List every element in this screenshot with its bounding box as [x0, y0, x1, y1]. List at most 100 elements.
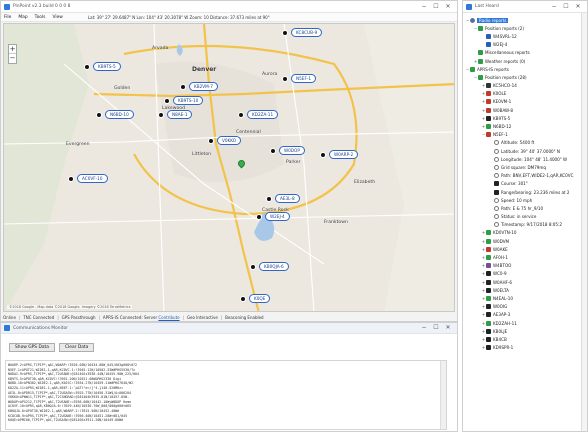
show-gps-data-button[interactable]: Show GPS Data	[9, 343, 55, 352]
map-view[interactable]: + − Arvada Denver Aurora Lakewood Little…	[3, 23, 455, 312]
log-scrollbar[interactable]	[440, 361, 446, 429]
clear-data-button[interactable]: Clear Data	[58, 343, 95, 352]
tree-item[interactable]: + K0OLE	[463, 90, 587, 98]
close-button[interactable]: ✕	[442, 322, 454, 334]
place-label: Littleton	[192, 152, 212, 157]
station-marker[interactable]: V0KKO	[208, 136, 242, 145]
tree-item[interactable]: Latitude: 39° 40' 37.0000" N	[463, 147, 587, 155]
tree-item-label: Timestamp: 9/17/2018 8:05:2	[501, 222, 563, 228]
station-marker[interactable]: AE3L-8	[266, 194, 300, 203]
arrow-icon	[494, 181, 499, 187]
tree-item[interactable]: + KC5HCO-14	[463, 82, 587, 90]
station-marker[interactable]: KB0QJA-6	[250, 262, 289, 271]
minimize-button[interactable]: −	[548, 1, 560, 13]
tree-item[interactable]: + KE0VM-1	[463, 98, 587, 106]
maximize-button[interactable]: ☐	[430, 322, 442, 334]
heard-titlebar[interactable]: Last Heard − ☐ ✕	[463, 1, 587, 13]
station-marker[interactable]: K0QE	[240, 294, 271, 303]
tree-item-label: KD2ZAH-11	[493, 320, 517, 326]
station-marker[interactable]: KD2ZA-11	[238, 110, 279, 119]
app-icon	[466, 3, 472, 10]
station-marker[interactable]: W0ARP-2	[320, 150, 359, 159]
tree-item-label: Position reports (2)	[485, 25, 524, 31]
tree-item[interactable]: − Position reports (2)	[463, 24, 587, 32]
digi-icon	[486, 230, 491, 236]
status-beaconing: Beaconing Enabled	[225, 314, 264, 320]
menu-file[interactable]: File	[4, 15, 11, 20]
tree-item[interactable]: + AF0H-1	[463, 253, 587, 261]
station-dot	[270, 147, 276, 154]
tree-item[interactable]: Grid square: DM79mq	[463, 163, 587, 171]
maximize-button[interactable]: ☐	[560, 1, 572, 13]
station-tree[interactable]: − Radio reports − Position reports (2) W4SVR…	[463, 13, 587, 352]
comm-log[interactable]: W0ARP-2>APRS,TCPIP*,qAC,W0ARP:!3926.05N/…	[5, 360, 447, 430]
tree-item[interactable]: + KD9SPR-1	[463, 344, 587, 352]
tree-item[interactable]: Status: in service	[463, 213, 587, 221]
app-icon	[4, 325, 10, 331]
place-label: Centennial	[236, 130, 261, 135]
tree-item-label: KC5HCO-14	[493, 83, 517, 89]
tree-item[interactable]: Path: BNV,EFT,WIDE2-1,qAR,KC0VC	[463, 172, 587, 180]
tree-item[interactable]: + WC0-9	[463, 270, 587, 278]
tree-item[interactable]: + N6BD-12	[463, 122, 587, 130]
station-label: AC0VF-10	[77, 174, 108, 183]
station-marker[interactable]: KB9TS-5	[84, 62, 121, 71]
tree-item[interactable]: Miscellaneous reports	[463, 49, 587, 57]
tree-item[interactable]: W2EJ-4	[463, 41, 587, 49]
tree-item[interactable]: + AE3AP-3	[463, 311, 587, 319]
tree-item[interactable]: − APRS-IS reports	[463, 65, 587, 73]
close-button[interactable]: ✕	[442, 1, 454, 13]
tree-item[interactable]: + KD2ZAH-11	[463, 319, 587, 327]
tree-scrollbar[interactable]	[581, 13, 587, 431]
maximize-button[interactable]: ☐	[430, 1, 442, 13]
station-marker[interactable]: KC8CUB-9	[282, 28, 323, 37]
station-marker[interactable]: W2EJ-4	[256, 212, 290, 221]
menu-map[interactable]: Map	[18, 15, 27, 20]
tree-item[interactable]: + KB9TS-5	[463, 114, 587, 122]
zoom-in-button[interactable]: +	[9, 45, 16, 54]
comm-titlebar[interactable]: Communications Monitor − ☐ ✕	[1, 323, 457, 334]
tree-item[interactable]: Longitude: 104° 48' 11.4000" W	[463, 155, 587, 163]
station-marker[interactable]: AC0VF-10	[68, 174, 108, 183]
digi-icon	[486, 287, 491, 293]
tree-item[interactable]: Path: E & 75 hr_9/10	[463, 204, 587, 212]
tree-item[interactable]: Range/bearing: 23.236 miles at 2	[463, 188, 587, 196]
tree-item[interactable]: Altitude: 5400 ft	[463, 139, 587, 147]
tree-item[interactable]: − Radio reports	[463, 16, 587, 24]
station-marker[interactable]: N6BD-10	[96, 110, 134, 119]
tree-item[interactable]: − N5EF-1	[463, 131, 587, 139]
contribute-link[interactable]: Contribute	[158, 315, 179, 320]
minimize-button[interactable]: −	[418, 322, 430, 334]
tree-item[interactable]: + W0OIG	[463, 303, 587, 311]
tree-item[interactable]: + W4BTOO	[463, 262, 587, 270]
tree-item[interactable]: Timestamp: 9/17/2018 8:05:2	[463, 221, 587, 229]
comm-window-title: Communications Monitor	[13, 325, 68, 331]
tree-item[interactable]: + W0DVM	[463, 237, 587, 245]
menu-tools[interactable]: Tools	[35, 15, 46, 20]
minimize-button[interactable]: −	[418, 1, 430, 13]
menu-view[interactable]: View	[52, 15, 62, 20]
close-button[interactable]: ✕	[572, 1, 584, 13]
tree-item[interactable]: + W0ELTA	[463, 286, 587, 294]
tree-item[interactable]: W4SVRL-12	[463, 32, 587, 40]
main-titlebar[interactable]: PinPoint v2.3 build 0 0 0 8 − ☐ ✕	[1, 1, 457, 13]
radio-icon	[494, 222, 499, 228]
digi-icon	[486, 255, 491, 261]
tree-item[interactable]: + W0BAW-8	[463, 106, 587, 114]
tree-item[interactable]: + N4EAL-10	[463, 294, 587, 302]
tree-item[interactable]: − Position reports (28)	[463, 73, 587, 81]
station-marker[interactable]: N5EF-1	[282, 74, 317, 83]
tree-item[interactable]: + Weather reports (0)	[463, 57, 587, 65]
tree-item[interactable]: + W0AHF-6	[463, 278, 587, 286]
tree-item[interactable]: + KB0LJE	[463, 327, 587, 335]
tree-item[interactable]: Course: 301°	[463, 180, 587, 188]
tree-item[interactable]: + KD0VTN-10	[463, 229, 587, 237]
station-marker[interactable]: W0DOP	[270, 146, 305, 155]
station-marker[interactable]: N8AE-1	[158, 110, 193, 119]
tree-item[interactable]: Speed: 10 mph	[463, 196, 587, 204]
station-marker[interactable]: KB2VM-7	[180, 82, 218, 91]
tree-item[interactable]: + KB4CB	[463, 335, 587, 343]
station-marker[interactable]: KB9TS-10	[164, 96, 204, 105]
zoom-out-button[interactable]: −	[9, 54, 16, 63]
tree-item[interactable]: + W0AKE	[463, 245, 587, 253]
